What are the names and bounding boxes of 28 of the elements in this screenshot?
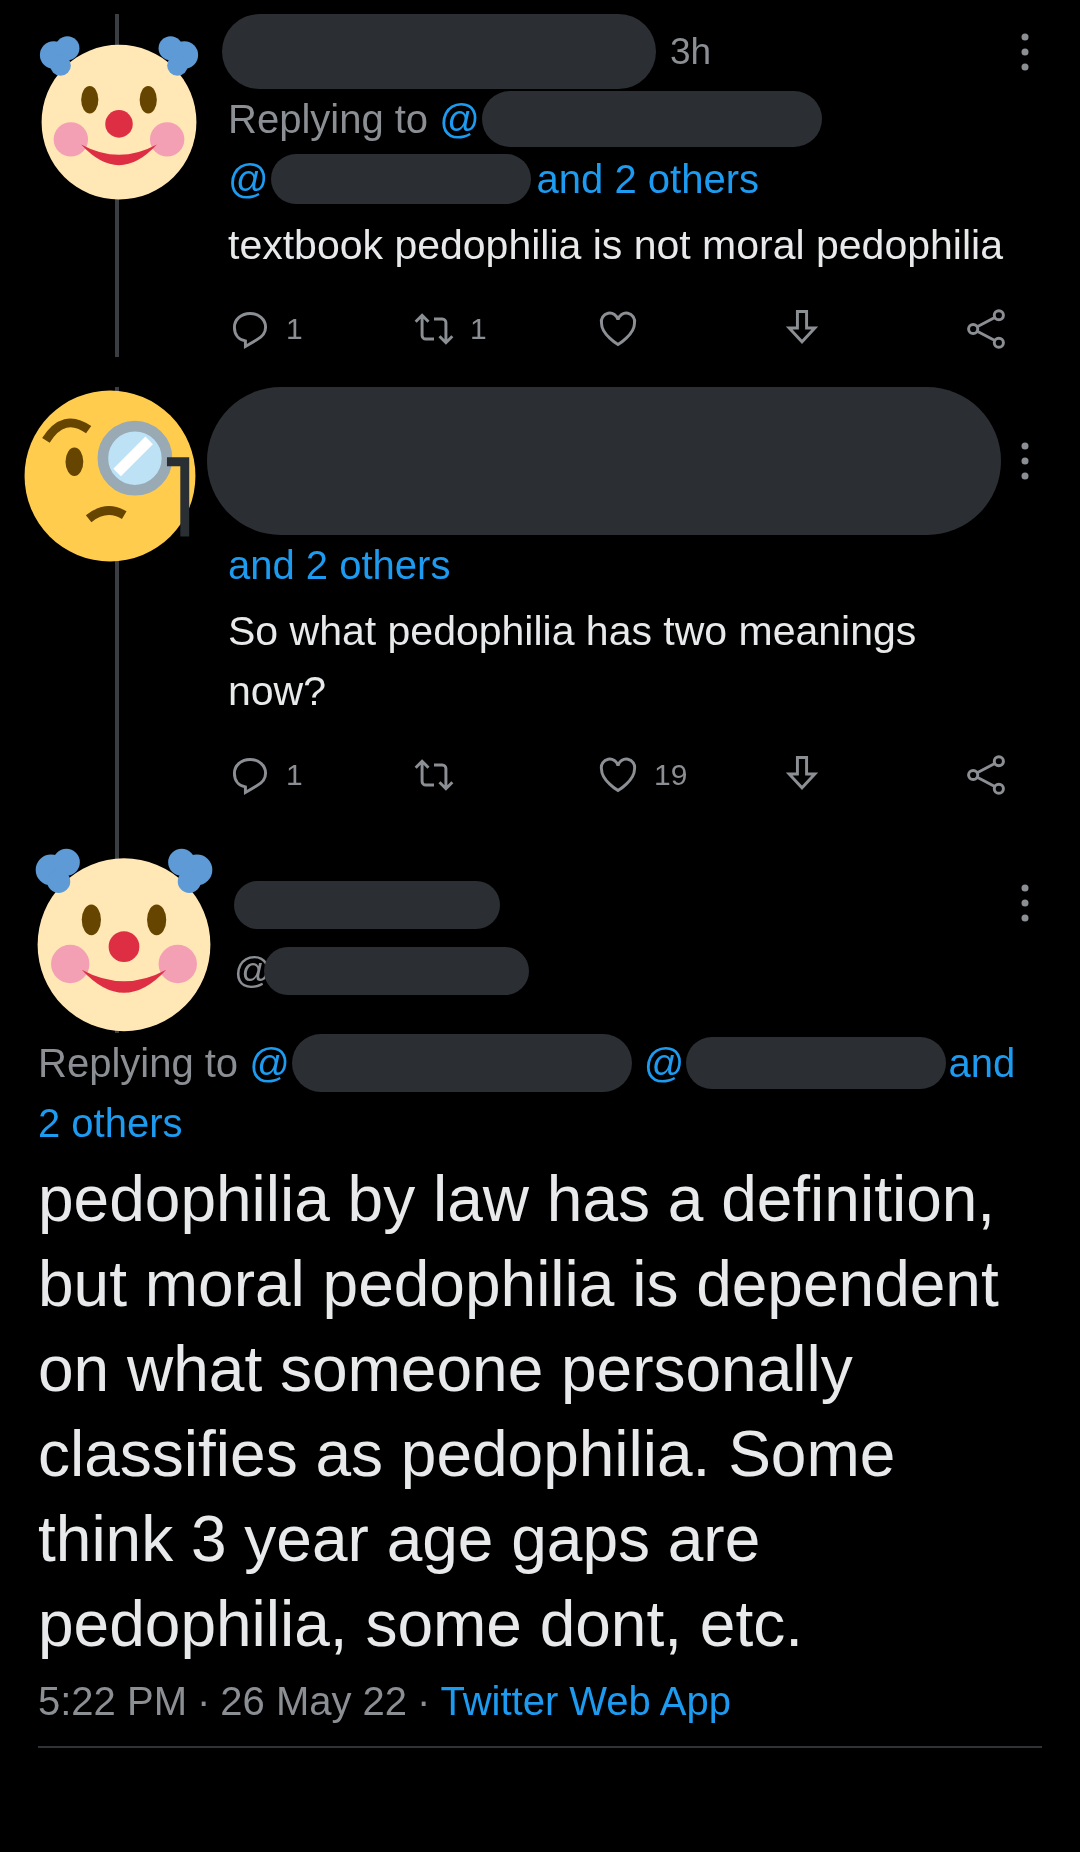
reply-count: 1 [286,312,303,346]
tweet-time: 5:22 PM [38,1679,187,1724]
like-count: 19 [654,758,688,792]
others-link[interactable]: and 2 others [228,542,451,588]
tweet-text: pedophilia by law has a definition, but moral pedophilia is dependent on what someone personally classifies as pedophilia. Some think 3 year age gaps are pedophilia, some dont, etc. [38,1162,1000,1662]
share-icon[interactable] [964,307,1008,351]
others-link[interactable]: 2 others [38,1100,183,1146]
source-link[interactable]: Twitter Web App [440,1679,731,1724]
others-link[interactable]: and 2 others [536,156,759,202]
mention-link[interactable]: @ [228,156,269,202]
mention-link[interactable]: @ [439,96,480,142]
mention-link[interactable]: @ [643,1040,685,1086]
separator-dot: · [196,1679,211,1724]
share-icon[interactable] [964,753,1008,797]
replying-label: Replying to [228,96,429,142]
reply-count: 1 [286,758,303,792]
retweet-count: 1 [470,312,487,346]
mention-link[interactable]: @ [249,1040,290,1086]
separator-dot: · [417,1679,431,1724]
tweet-time[interactable]: 3h [670,30,712,73]
more-icon[interactable] [1020,441,1030,481]
tweet-date: 26 May 22 [220,1679,408,1724]
reply-text: So what pedophilia has two meanings now? [228,607,918,716]
others-link[interactable]: and [948,1040,1016,1086]
replying-label: Replying to [38,1040,239,1086]
more-icon[interactable] [1020,883,1030,923]
more-icon[interactable] [1020,31,1030,72]
reply-text: textbook pedophilia is not moral pedophilia [228,221,1004,270]
